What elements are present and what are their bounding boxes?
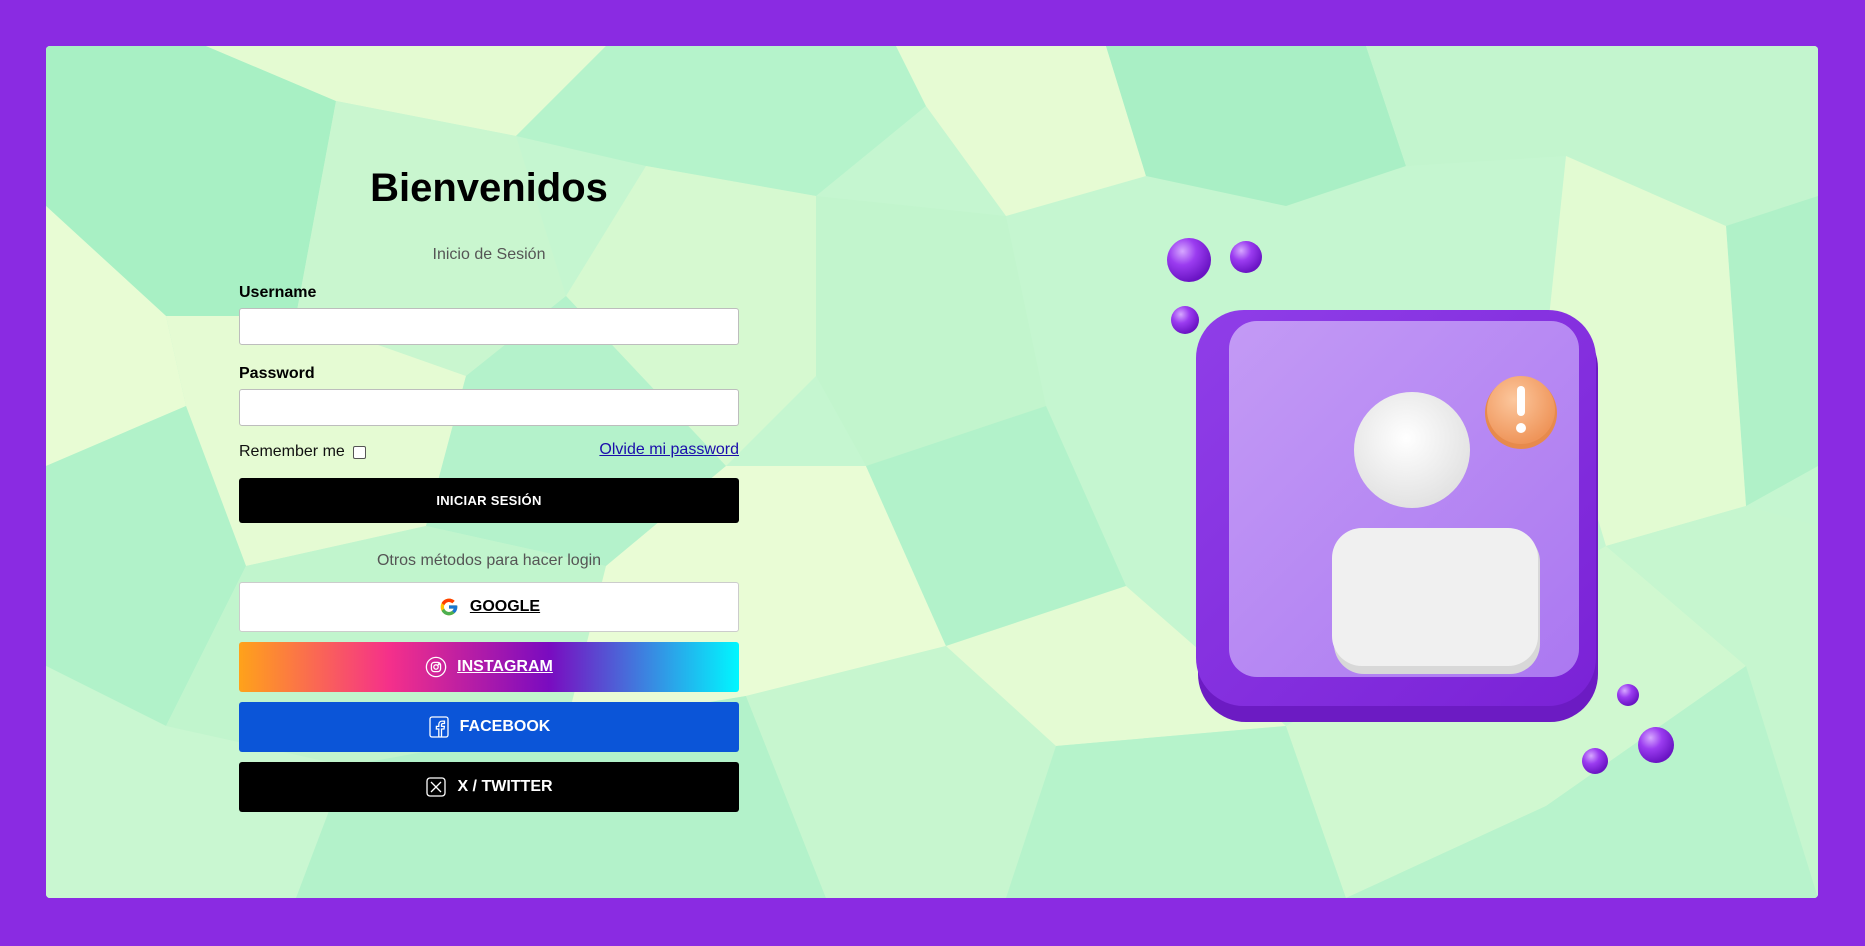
login-page-frame: Bienvenidos Inicio de Sesión Username Pa… xyxy=(46,46,1818,898)
password-input[interactable] xyxy=(239,389,739,426)
google-icon xyxy=(438,596,460,618)
other-methods-label: Otros métodos para hacer login xyxy=(376,552,602,569)
facebook-icon xyxy=(428,716,450,738)
page-subtitle: Inicio de Sesión xyxy=(432,246,546,263)
page-title: Bienvenidos xyxy=(370,166,608,210)
password-label: Password xyxy=(239,365,315,382)
remember-me: Remember me xyxy=(239,443,366,461)
login-button[interactable]: INICIAR SESIÓN xyxy=(239,478,739,523)
google-login-button[interactable]: GOOGLE xyxy=(239,582,739,632)
google-label: GOOGLE xyxy=(469,598,541,615)
instagram-label: INSTAGRAM xyxy=(457,658,553,675)
user-profile-alert-icon xyxy=(1167,238,1674,774)
x-twitter-icon xyxy=(425,776,447,798)
remember-me-label: Remember me xyxy=(239,443,345,460)
facebook-login-button[interactable]: FACEBOOK xyxy=(239,702,739,752)
username-label: Username xyxy=(239,284,317,301)
instagram-login-button[interactable]: INSTAGRAM xyxy=(239,642,739,692)
facebook-label: FACEBOOK xyxy=(459,718,551,735)
remember-me-checkbox[interactable] xyxy=(352,445,366,459)
twitter-label: X / TWITTER xyxy=(457,778,553,795)
twitter-login-button[interactable]: X / TWITTER xyxy=(239,762,739,812)
instagram-icon xyxy=(425,656,447,678)
forgot-password-link[interactable]: Olvide mi password xyxy=(599,441,739,459)
username-input[interactable] xyxy=(239,308,739,345)
